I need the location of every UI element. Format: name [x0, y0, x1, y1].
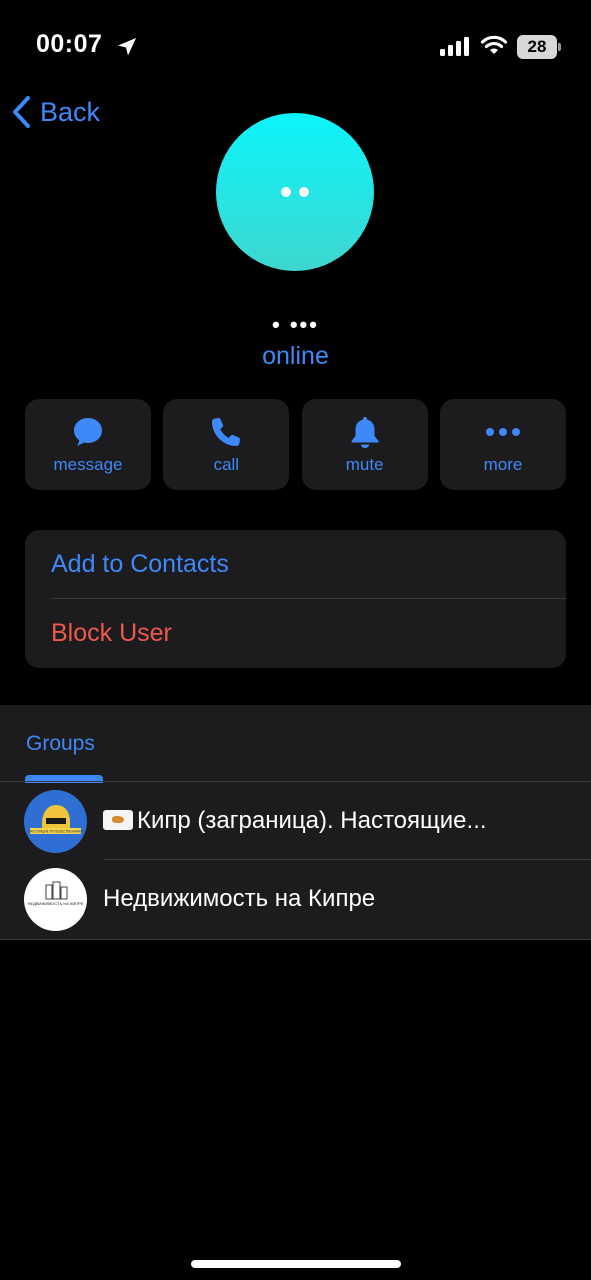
profile-name: • ••• [272, 312, 319, 337]
group-title: Кипр (заграница). Настоящие... [103, 807, 563, 835]
divider [0, 939, 591, 940]
contact-actions-card: Add to Contacts Block User [25, 530, 566, 668]
action-bar: message call mute more [25, 399, 566, 490]
group-avatar: НАСТОЯЩИЕ ПУТЕШЕСТВЕННИКИ [24, 789, 87, 853]
block-user-button[interactable]: Block User [25, 599, 566, 668]
tab-groups[interactable]: Groups [26, 732, 95, 756]
back-label: Back [40, 96, 101, 127]
group-avatar-text: НАСТОЯЩИЕ ПУТЕШЕСТВЕННИКИ [28, 829, 83, 833]
call-label: call [213, 455, 240, 474]
cyprus-flag-icon [103, 810, 133, 830]
phone-icon [212, 418, 241, 446]
location-arrow-icon [118, 38, 136, 56]
wifi-icon [480, 35, 508, 54]
message-bubble-icon [74, 418, 102, 446]
group-item[interactable]: НЕДВИЖИМОСТЬ НА КИПРЕ Недвижимость на Ки… [0, 860, 591, 938]
group-item[interactable]: НАСТОЯЩИЕ ПУТЕШЕСТВЕННИКИ Кипр (заграниц… [0, 782, 591, 860]
more-label: more [483, 455, 523, 474]
chevron-left-icon [13, 96, 30, 128]
avatar-initials [281, 187, 309, 197]
mute-label: mute [345, 455, 384, 474]
status-time: 00:07 [36, 30, 103, 58]
profile-avatar[interactable] [216, 113, 374, 271]
add-to-contacts-button[interactable]: Add to Contacts [25, 530, 566, 599]
more-button[interactable]: more [439, 399, 566, 490]
back-button[interactable]: Back [12, 95, 100, 129]
message-button[interactable]: message [25, 399, 151, 490]
cellular-signal-icon [440, 36, 469, 56]
group-avatar: НЕДВИЖИМОСТЬ НА КИПРЕ [24, 867, 87, 931]
battery-indicator: 28 [517, 35, 561, 59]
group-title: Недвижимость на Кипре [103, 885, 376, 912]
home-indicator[interactable] [191, 1260, 401, 1268]
bell-icon [351, 417, 379, 448]
more-dots-icon [485, 428, 520, 436]
group-avatar-text: НЕДВИЖИМОСТЬ НА КИПРЕ [28, 901, 84, 906]
battery-level: 28 [517, 35, 557, 59]
mute-button[interactable]: mute [301, 399, 428, 490]
call-button[interactable]: call [163, 399, 290, 490]
online-status: online [262, 342, 329, 370]
message-label: message [53, 455, 123, 474]
group-title-text: Кипр (заграница). Настоящие... [137, 807, 487, 834]
profile-screen: 00:07 28 Back • ••• online message call … [0, 0, 591, 1280]
